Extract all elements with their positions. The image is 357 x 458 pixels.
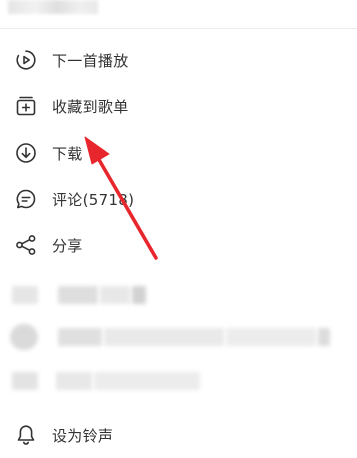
download-icon [14,141,38,165]
comments-label: 评论(5718) [52,190,135,209]
download-label: 下载 [52,144,83,163]
blurred-menu-item[interactable] [0,320,357,356]
share-label: 分享 [52,236,83,255]
play-next-label: 下一首播放 [52,51,129,70]
share-icon [14,233,38,257]
menu-item-add-to-playlist[interactable]: 收藏到歌单 [0,83,357,129]
menu-item-play-next[interactable]: 下一首播放 [0,37,357,83]
play-circle-icon [14,48,38,72]
blurred-menu-item[interactable] [0,278,357,314]
comment-icon [14,187,38,211]
blurred-menu-item[interactable] [0,364,357,400]
blurred-song-title [8,0,98,14]
bell-icon [14,423,38,447]
add-square-icon [14,94,38,118]
song-options-sheet: 下一首播放 收藏到歌单 下载 评论(5718) 分享 设为铃声 [0,0,357,450]
add-to-playlist-label: 收藏到歌单 [52,97,129,116]
menu-item-share[interactable]: 分享 [0,222,357,268]
menu-item-comments[interactable]: 评论(5718) [0,176,357,222]
header-divider [0,28,357,29]
menu-item-set-ringtone[interactable]: 设为铃声 [0,412,357,458]
menu-item-download[interactable]: 下载 [0,130,357,176]
set-ringtone-label: 设为铃声 [52,426,114,445]
